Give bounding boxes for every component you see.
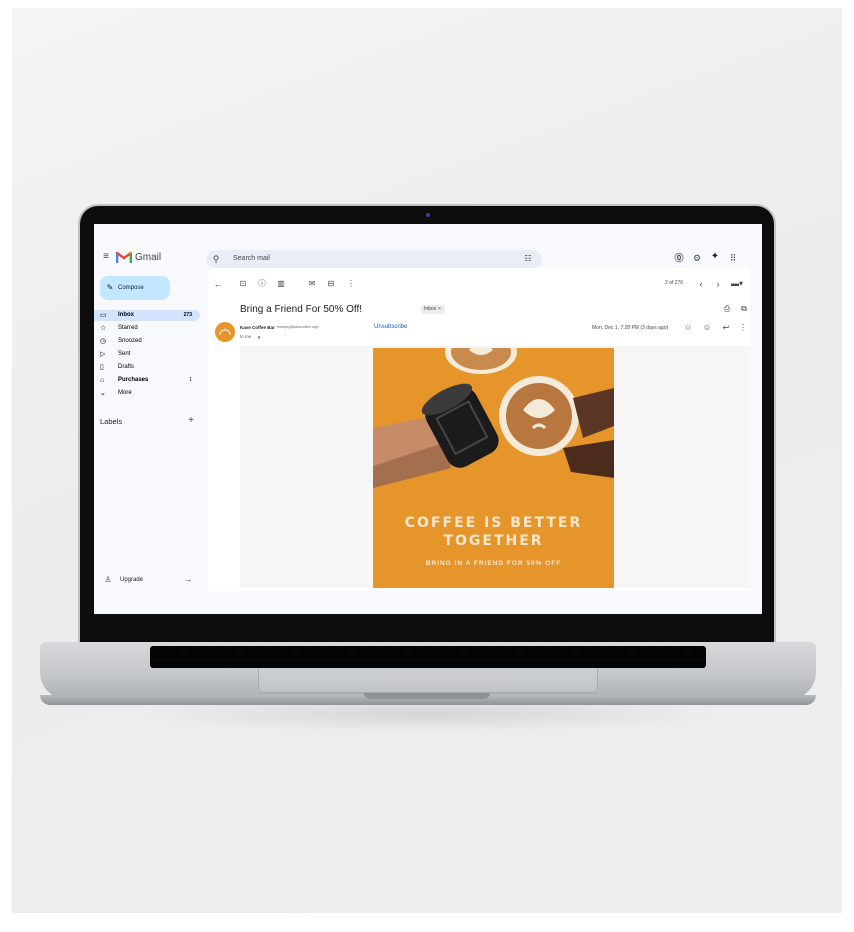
reply-icon[interactable]: ↩ <box>721 323 731 333</box>
open-in-new-window-icon[interactable]: ⧉ <box>739 304 749 314</box>
print-icon[interactable]: ⎙ <box>722 304 732 314</box>
sidebar-item-inbox[interactable]: ▭ Inbox 273 <box>94 310 200 321</box>
move-to-icon[interactable]: ⊟ <box>326 279 336 289</box>
main-menu-icon[interactable]: ≡ <box>100 252 112 262</box>
sidebar-item-label: More <box>118 390 132 396</box>
help-icon[interactable]: ⓪ <box>673 253 685 263</box>
shopping-bag-icon: ⌂ <box>100 377 105 384</box>
recipient-line[interactable]: to me <box>240 334 251 339</box>
draft-icon: ▯ <box>100 364 104 371</box>
promo-headline-line1: COFFEE IS BETTER <box>404 515 583 531</box>
apps-grid-icon[interactable]: ⠿ <box>727 253 739 263</box>
screen-bottom-strip <box>94 591 762 614</box>
promo-image: COFFEE IS BETTER TOGETHER BRING IN A FRI… <box>373 348 614 588</box>
clock-icon: ◷ <box>100 338 107 345</box>
lid-opening-notch <box>364 693 490 699</box>
mark-unread-icon[interactable]: ✉ <box>307 279 317 289</box>
chevron-down-icon: ⌄ <box>100 390 106 397</box>
arrow-right-icon[interactable]: → <box>182 574 194 584</box>
unread-count: 1 <box>189 377 192 383</box>
settings-icon[interactable]: ⚙ <box>691 253 703 263</box>
send-icon: ▷ <box>100 351 106 358</box>
upgrade-link[interactable]: Upgrade <box>120 577 143 583</box>
gmail-logo-icon[interactable] <box>116 251 132 264</box>
search-icon[interactable]: ⚲ <box>211 254 221 264</box>
emoji-reaction-icon[interactable]: ☺ <box>702 323 712 333</box>
coffee-cups-illustration <box>373 348 614 488</box>
compose-label: Compose <box>118 285 144 291</box>
archive-icon[interactable]: ⊡ <box>238 279 248 289</box>
report-spam-icon[interactable]: ⓘ <box>257 279 267 289</box>
message-date: Mon, Dec 1, 7:28 PM (3 days ago) <box>592 325 669 331</box>
pagination-text: 2 of 276 <box>665 280 684 286</box>
sidebar-item-label: Starred <box>118 325 138 331</box>
sidebar-item-label: Sent <box>118 351 131 357</box>
pencil-icon: ✎ <box>106 283 114 292</box>
search-options-icon[interactable]: ☷ <box>522 254 534 264</box>
sidebar-item-label: Snoozed <box>118 338 142 344</box>
email-subject: Bring a Friend For 50% Off! <box>240 304 363 315</box>
sender-email: <noreply@kavecoffee.org> <box>276 325 320 329</box>
inbox-icon: ▭ <box>100 312 107 319</box>
trackpad <box>258 668 598 693</box>
sidebar-item-purchases[interactable]: ⌂ Purchases 1 <box>94 375 200 386</box>
sidebar-item-snoozed[interactable]: ◷ Snoozed <box>94 336 200 347</box>
sidebar-item-label: Drafts <box>118 364 135 370</box>
star-icon[interactable]: ☆ <box>683 323 693 333</box>
sender-name[interactable]: Kave Coffee Bar <box>240 325 275 330</box>
more-vert-icon[interactable]: ⋮ <box>347 279 355 289</box>
labels-heading: Labels <box>100 417 123 426</box>
input-tools-icon[interactable]: ▬▾ <box>730 279 744 289</box>
sidebar-item-more[interactable]: ⌄ More <box>94 388 200 399</box>
add-label-icon[interactable]: + <box>186 416 196 426</box>
unsubscribe-link[interactable]: Unsubscribe <box>374 324 407 330</box>
older-icon[interactable]: ‹ <box>696 279 706 289</box>
delete-icon[interactable]: ▥ <box>276 279 286 289</box>
sun-logo-icon <box>219 328 231 336</box>
gemini-icon[interactable]: ✦ <box>709 252 721 262</box>
remove-label-icon[interactable]: × <box>438 306 441 312</box>
show-details-icon[interactable]: ▾ <box>256 333 262 343</box>
keyboard <box>150 646 706 668</box>
promo-headline-line2: TOGETHER <box>443 533 544 549</box>
more-vert-icon[interactable]: ⋮ <box>739 323 747 333</box>
upgrade-icon: ♙ <box>104 575 112 584</box>
back-arrow-icon[interactable]: ← <box>213 279 223 289</box>
star-icon: ☆ <box>100 325 107 332</box>
promo-subline: BRING IN A FRIEND FOR 50% OFF <box>425 560 562 567</box>
webcam <box>426 213 430 217</box>
sidebar-item-drafts[interactable]: ▯ Drafts <box>94 362 200 373</box>
laptop-screen: ≡ Gmail ⚲ Search mail ☷ ⓪ ⚙ ✦ ⠿ ✎ Compos… <box>94 224 762 614</box>
search-input[interactable]: Search mail <box>233 255 270 262</box>
avatar[interactable] <box>215 322 235 342</box>
app-name: Gmail <box>135 252 162 263</box>
promo-headline: COFFEE IS BETTER TOGETHER <box>373 514 614 550</box>
newer-icon[interactable]: › <box>713 279 723 289</box>
unread-count: 273 <box>183 312 192 318</box>
sidebar-item-label: Purchases <box>118 377 149 383</box>
sidebar-item-sent[interactable]: ▷ Sent <box>94 349 200 360</box>
sidebar-item-label: Inbox <box>118 312 134 318</box>
label-chip-text: Inbox <box>424 306 437 312</box>
sidebar-item-starred[interactable]: ☆ Starred <box>94 323 200 334</box>
